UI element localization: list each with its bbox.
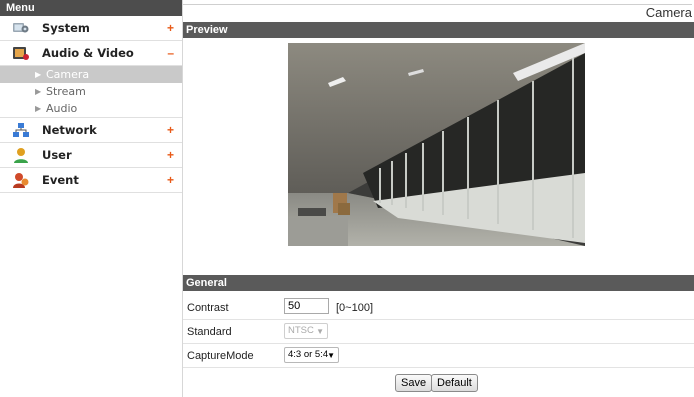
submenu-label-stream: Stream	[46, 85, 86, 98]
menu-item-event[interactable]: Event +	[0, 168, 182, 193]
event-icon	[10, 171, 32, 189]
menu-label-user: User	[42, 148, 72, 162]
menu-item-audio-video[interactable]: Audio & Video –	[0, 41, 182, 66]
menu-header: Menu	[0, 0, 182, 16]
save-button[interactable]: Save	[395, 374, 433, 392]
menu-item-system[interactable]: System +	[0, 16, 182, 41]
default-button[interactable]: Default	[431, 374, 478, 392]
menu-item-user[interactable]: User +	[0, 143, 182, 168]
capture-mode-row: CaptureMode 4:3 or 5:4 ▼	[183, 344, 694, 368]
standard-label: Standard	[187, 326, 232, 338]
expand-icon[interactable]: +	[167, 21, 174, 35]
camera-preview-image	[288, 43, 585, 246]
expand-icon[interactable]: +	[167, 123, 174, 137]
sidebar-menu: Menu System + Audio & Video – ▶ Camera ▶…	[0, 0, 183, 397]
menu-label-audio-video: Audio & Video	[42, 46, 134, 60]
general-section-header: General	[183, 275, 694, 291]
camera-preview-image	[288, 43, 585, 246]
contrast-input[interactable]	[284, 298, 329, 314]
system-gear-icon	[10, 19, 32, 37]
user-icon	[10, 146, 32, 164]
menu-label-event: Event	[42, 173, 79, 187]
menu-label-network: Network	[42, 123, 97, 137]
submenu-item-camera[interactable]: ▶ Camera	[0, 66, 182, 83]
capture-mode-select[interactable]: 4:3 or 5:4 ▼	[284, 347, 339, 363]
menu-item-network[interactable]: Network +	[0, 118, 182, 143]
capture-mode-label: CaptureMode	[187, 350, 254, 362]
expand-icon[interactable]: +	[167, 173, 174, 187]
network-icon	[10, 121, 32, 139]
expand-icon[interactable]: +	[167, 148, 174, 162]
arrow-right-icon: ▶	[35, 104, 42, 113]
submenu-label-camera: Camera	[46, 68, 90, 81]
submenu-item-audio[interactable]: ▶ Audio	[0, 100, 182, 118]
standard-select[interactable]: NTSC ▼	[284, 323, 328, 339]
menu-label-system: System	[42, 21, 90, 35]
page-title: Camera	[183, 4, 692, 21]
preview-section-header: Preview	[183, 22, 694, 38]
arrow-right-icon: ▶	[35, 70, 42, 79]
submenu-item-stream[interactable]: ▶ Stream	[0, 83, 182, 100]
contrast-label: Contrast	[187, 302, 229, 314]
arrow-right-icon: ▶	[35, 87, 42, 96]
chevron-down-icon: ▼	[316, 327, 324, 336]
contrast-row: Contrast [0~100]	[183, 296, 694, 320]
main-content: Camera Preview General Contrast 50 [0~10…	[183, 0, 694, 397]
audio-video-icon	[10, 44, 32, 62]
standard-row: Standard NTSC ▼	[183, 320, 694, 344]
contrast-range-hint: [0~100]	[336, 302, 374, 314]
chevron-down-icon: ▼	[327, 351, 335, 360]
submenu-label-audio: Audio	[46, 102, 78, 115]
collapse-icon[interactable]: –	[167, 46, 174, 60]
